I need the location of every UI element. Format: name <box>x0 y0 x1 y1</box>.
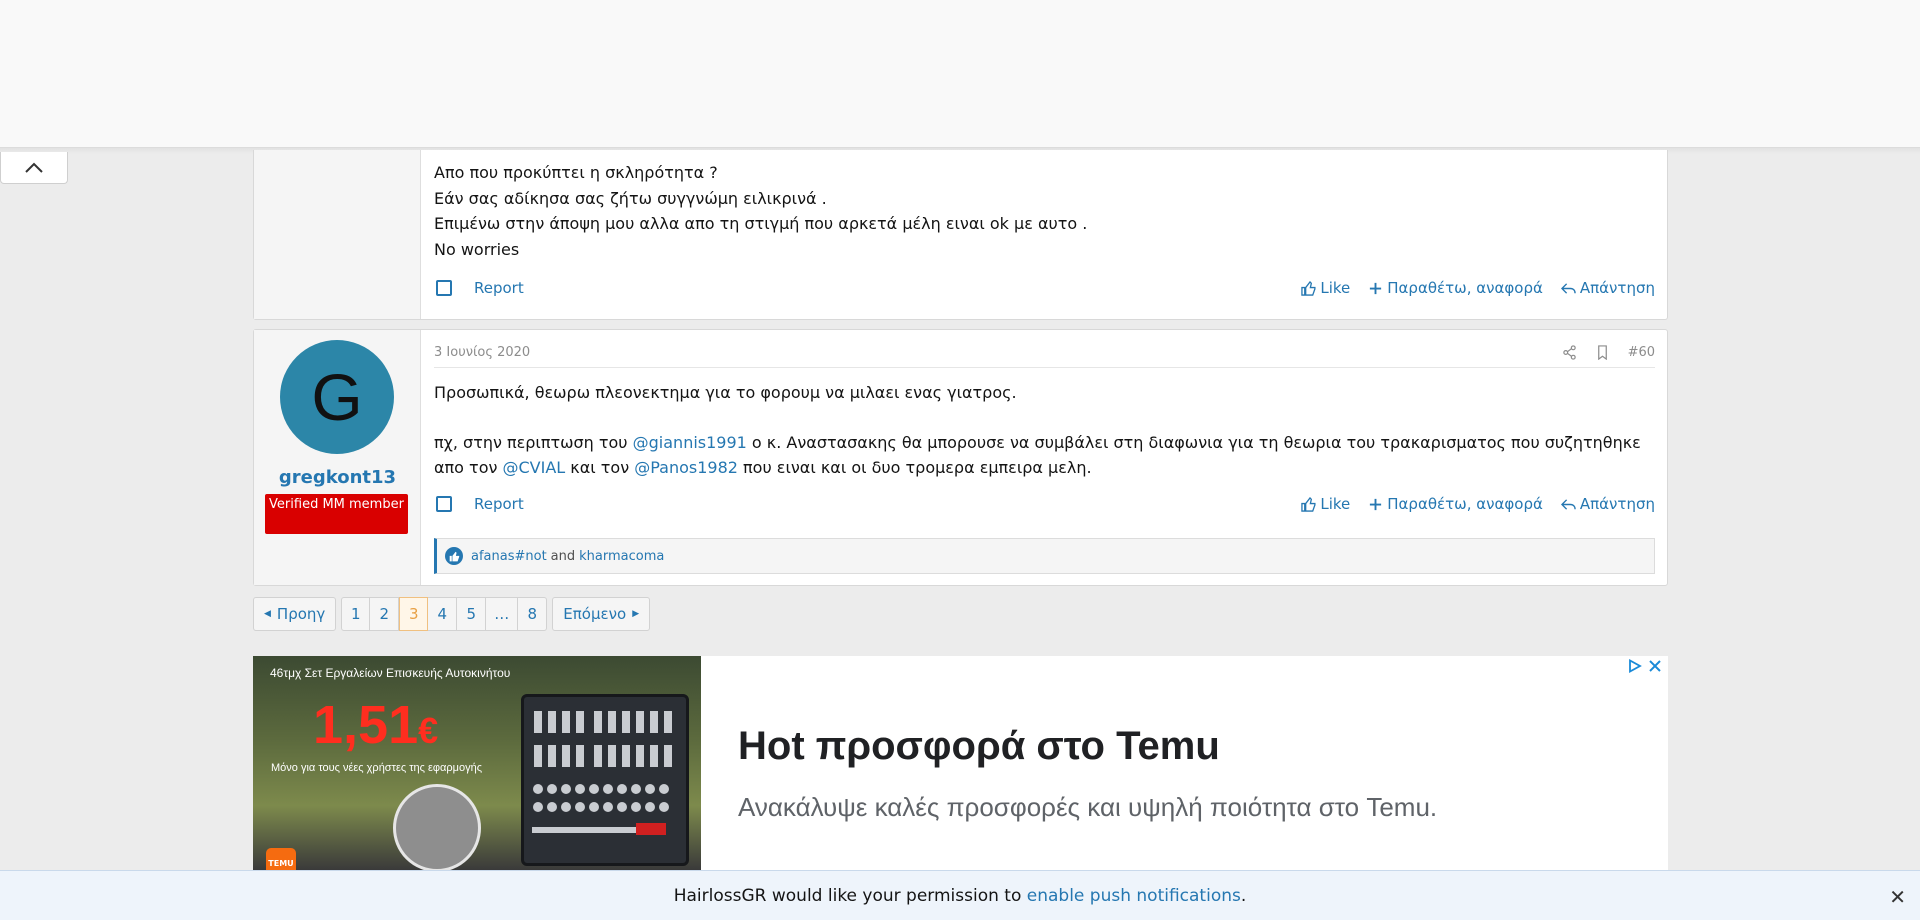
post-line: Απο που προκύπτει η σκληρότητα ? <box>434 163 718 182</box>
reply-button[interactable]: Απάντηση <box>1560 279 1655 297</box>
post-body: Προσωπικά, θεωρω πλεονεκτημα για το φορο… <box>434 380 1659 505</box>
report-link[interactable]: Report <box>474 279 524 297</box>
plus-icon <box>1370 282 1382 294</box>
share-icon[interactable] <box>1562 345 1577 360</box>
page-link-current[interactable]: 3 <box>399 597 429 631</box>
post-line: No worries <box>434 239 520 259</box>
post-message-59: Απο που προκύπτει η σκληρότητα ? Εάν σας… <box>253 150 1668 320</box>
pagination: ◀ Προηγ 1 2 3 4 5 … 8 Επόμενο ▶ <box>253 597 651 631</box>
post-line: Εάν σας αδίκησα σας ζήτω συγγνώμη ειλικρ… <box>434 188 827 208</box>
push-notification-bar: HairlossGR would like your permission to… <box>0 870 1920 920</box>
post-header: 3 Ιουνίος 2020 #60 <box>434 338 1655 368</box>
page-link[interactable]: 1 <box>341 597 371 631</box>
post-user-pane <box>254 150 421 319</box>
user-title-badge: Verified MM member <box>265 494 408 534</box>
prev-page-button[interactable]: ◀ Προηγ <box>253 597 337 631</box>
next-label: Επόμενο <box>563 605 627 623</box>
reply-label: Απάντηση <box>1579 495 1655 513</box>
temu-logo: TEMU <box>266 848 296 870</box>
text: πχ, στην περιπτωση του <box>434 433 633 452</box>
report-link[interactable]: Report <box>474 495 524 513</box>
post-paragraph: πχ, στην περιπτωση του @giannis1991 ο κ.… <box>434 430 1659 480</box>
page-link[interactable]: 2 <box>370 597 400 631</box>
like-label: Like <box>1320 495 1351 513</box>
caret-right-icon: ▶ <box>632 609 640 619</box>
reply-button[interactable]: Απάντηση <box>1560 495 1655 513</box>
ad-image[interactable]: 46τμχ Σετ Εργαλείων Επισκευής Αυτοκινήτο… <box>253 656 701 870</box>
ad-image-caption: 46τμχ Σετ Εργαλείων Επισκευής Αυτοκινήτο… <box>270 666 511 680</box>
select-post-checkbox[interactable] <box>436 496 452 512</box>
collapse-header-button[interactable] <box>0 152 68 184</box>
quote-label: Παραθέτω, αναφορά <box>1387 279 1543 297</box>
socket-set-graphic <box>532 711 672 835</box>
post-main: Απο που προκύπτει η σκληρότητα ? Εάν σας… <box>434 150 1655 319</box>
reaction-user-link[interactable]: kharmacoma <box>579 549 664 564</box>
post-line: Επιμένω στην άποψη μου αλλα απο τη στιγμ… <box>434 214 1088 233</box>
reaction-and: and <box>550 548 576 564</box>
mention-link[interactable]: @Panos1982 <box>634 458 738 477</box>
avatar[interactable]: G <box>280 340 394 454</box>
ad-title[interactable]: Hot προσφορά στο Temu <box>738 724 1220 769</box>
page-link[interactable]: 5 <box>457 597 487 631</box>
post-action-bar: Report Like Παραθέτω, αναφορά Απάντηση <box>434 276 1655 300</box>
ad-price-currency: € <box>418 710 439 751</box>
post-main: 3 Ιουνίος 2020 #60 Προσωπικά, θεωρω πλεο… <box>434 330 1655 585</box>
ad-image-subtext: Μόνο για τους νέες χρήστες της εφαρμογής <box>271 762 483 774</box>
post-paragraph: Προσωπικά, θεωρω πλεονεκτημα για το φορο… <box>434 383 1017 402</box>
reply-label: Απάντηση <box>1579 279 1655 297</box>
post-number-link[interactable]: #60 <box>1628 345 1655 360</box>
post-user-pane: G gregkont13 Verified MM member <box>254 330 421 585</box>
ad-price: 1,51€ <box>313 694 438 756</box>
avatar-letter: G <box>311 360 363 434</box>
post-body: Απο που προκύπτει η σκληρότητα ? Εάν σας… <box>434 160 1087 262</box>
advertisement[interactable]: 46τμχ Σετ Εργαλείων Επισκευής Αυτοκινήτο… <box>253 656 1668 870</box>
post-message-60: G gregkont13 Verified MM member 3 Ιουνίο… <box>253 329 1668 586</box>
quote-button[interactable]: Παραθέτω, αναφορά <box>1368 279 1543 297</box>
page-link[interactable]: 8 <box>518 597 548 631</box>
like-label: Like <box>1320 279 1351 297</box>
push-text-end: . <box>1240 885 1247 906</box>
top-bar <box>0 0 1920 148</box>
text: και τον <box>565 458 635 477</box>
select-post-checkbox[interactable] <box>436 280 452 296</box>
toolcase-image <box>521 694 689 866</box>
prev-label: Προηγ <box>276 605 326 623</box>
plus-icon <box>1370 498 1382 510</box>
ad-choices-icon[interactable] <box>1628 659 1642 673</box>
reaction-user-link[interactable]: afanas#not <box>471 549 547 564</box>
page-link[interactable]: 4 <box>428 597 458 631</box>
like-reaction-icon <box>445 547 463 565</box>
close-icon[interactable]: ✕ <box>1889 885 1906 909</box>
ad-price-value: 1,51 <box>313 695 419 755</box>
ratchet-image <box>393 784 481 870</box>
like-button[interactable]: Like <box>1301 495 1350 513</box>
bookmark-icon[interactable] <box>1595 345 1610 360</box>
caret-left-icon: ◀ <box>264 609 271 619</box>
chevron-up-icon <box>25 162 43 173</box>
page-jump-ellipsis[interactable]: … <box>486 597 519 631</box>
post-date[interactable]: 3 Ιουνίος 2020 <box>434 345 530 360</box>
quote-button[interactable]: Παραθέτω, αναφορά <box>1368 495 1543 513</box>
text: που ειναι και οι δυο τρομερα εμπειρα μελ… <box>737 458 1092 477</box>
username-link[interactable]: gregkont13 <box>254 467 421 488</box>
ad-description: Ανακάλυψε καλές προσφορές και υψηλή ποιό… <box>738 792 1438 822</box>
close-icon[interactable] <box>1648 659 1662 673</box>
thumbs-up-icon <box>1301 280 1316 296</box>
push-text: HairlossGR would like your permission to <box>673 885 1027 906</box>
reply-icon <box>1560 498 1576 510</box>
post-action-bar: Report Like Παραθέτω, αναφορά Απάντηση <box>434 492 1655 516</box>
thumbs-up-icon <box>1301 496 1316 512</box>
mention-link[interactable]: @giannis1991 <box>633 433 747 452</box>
like-button[interactable]: Like <box>1301 279 1350 297</box>
quote-label: Παραθέτω, αναφορά <box>1387 495 1543 513</box>
next-page-button[interactable]: Επόμενο ▶ <box>552 597 651 631</box>
reactions-bar: afanas#not and kharmacoma <box>434 538 1655 574</box>
enable-push-link[interactable]: enable push notifications <box>1027 886 1241 906</box>
mention-link[interactable]: @CVIAL <box>503 458 566 477</box>
ad-choices <box>1628 659 1662 673</box>
page-numbers: 1 2 3 4 5 … 8 <box>341 597 548 631</box>
reply-icon <box>1560 282 1576 294</box>
